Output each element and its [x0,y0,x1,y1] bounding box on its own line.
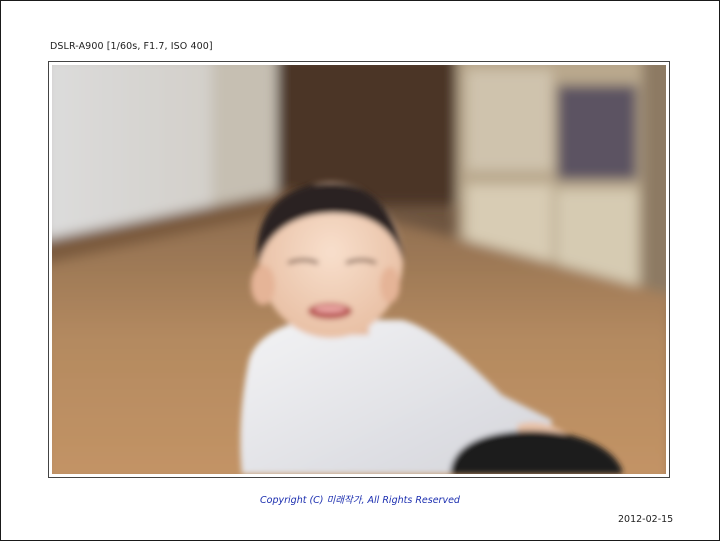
copyright-notice: Copyright (C) 미래작가, All Rights Reserved [260,495,460,506]
smiling-toddler-icon [52,65,666,474]
photo-frame [48,61,670,478]
camera-exif-caption: DSLR-A900 [1/60s, F1.7, ISO 400] [50,41,213,52]
photo [52,65,666,474]
photo-date: 2012-02-15 [618,514,674,525]
